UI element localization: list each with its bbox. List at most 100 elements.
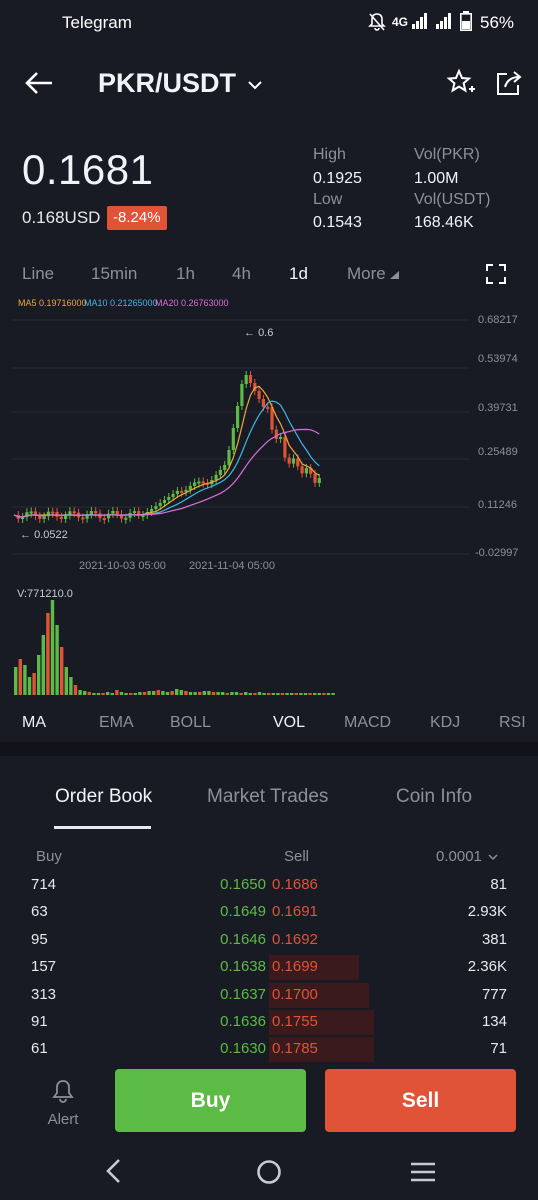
indicator-boll[interactable]: BOLL: [170, 714, 211, 732]
star-add-icon: [446, 68, 475, 93]
volume-bar: [285, 693, 289, 695]
candle-body: [261, 399, 265, 407]
volume-bar: [216, 692, 220, 695]
candle-body: [201, 481, 205, 484]
pair-selector[interactable]: PKR/USDT: [98, 68, 262, 99]
tab-active-indicator: [54, 826, 151, 829]
volume-bar: [147, 691, 151, 695]
interval-more-label: More: [347, 264, 386, 283]
interval-line[interactable]: Line: [22, 264, 54, 284]
volume-bar: [184, 691, 188, 695]
alert-button[interactable]: Alert: [40, 1078, 86, 1128]
back-button[interactable]: [22, 66, 56, 100]
volume-label: V:771210.0: [17, 588, 73, 600]
indicator-macd[interactable]: MACD: [344, 714, 391, 732]
interval-1d[interactable]: 1d: [289, 264, 308, 284]
volume-bar: [55, 625, 59, 695]
candle-body: [291, 458, 296, 464]
volume-bar: [207, 691, 211, 695]
chevron-down-icon: [247, 81, 262, 90]
buy-price: 0.1630: [220, 1040, 266, 1058]
volume-bar: [69, 677, 73, 695]
volume-bar: [262, 693, 266, 695]
candle-body: [42, 516, 46, 519]
candle-body: [167, 497, 171, 500]
vol-base-label: Vol(PKR): [414, 146, 480, 163]
volume-bar: [294, 693, 298, 695]
battery-icon: [460, 11, 472, 36]
volume-bar: [290, 693, 294, 695]
order-book-sell-header: Sell: [284, 848, 310, 865]
share-button[interactable]: [495, 70, 523, 98]
order-book-row[interactable]: 95 0.1646 0.1692 381: [0, 927, 538, 954]
order-book-row[interactable]: 63 0.1649 0.1691 2.93K: [0, 899, 538, 926]
sell-button[interactable]: Sell: [325, 1069, 516, 1132]
volume-bar: [152, 691, 156, 695]
volume-bar: [83, 691, 87, 695]
favorite-add-button[interactable]: [446, 68, 476, 98]
low-value: 0.1543: [313, 214, 362, 231]
volume-bar: [313, 693, 317, 695]
indicator-vol[interactable]: VOL: [273, 714, 305, 732]
chart-grid: [12, 319, 470, 555]
volume-bar: [331, 693, 335, 695]
order-book-row[interactable]: 313 0.1637 0.1700 777: [0, 982, 538, 1009]
indicator-kdj[interactable]: KDJ: [430, 714, 460, 732]
volume-bar: [46, 613, 50, 695]
buy-button[interactable]: Buy: [115, 1069, 306, 1132]
candle-body: [55, 511, 59, 517]
y-tick-5: -0.02997: [475, 547, 519, 559]
volume-bar: [18, 659, 22, 695]
volume-bar: [106, 692, 110, 695]
nav-recents-icon[interactable]: [410, 1161, 436, 1183]
ma10-legend: MA10 0.21265000: [84, 298, 158, 308]
indicator-ma[interactable]: MA: [22, 714, 46, 732]
y-tick-1: 0.53974: [478, 353, 518, 365]
volume-bar: [37, 655, 41, 695]
nav-home-icon[interactable]: [256, 1159, 282, 1185]
volume-bar: [101, 693, 105, 695]
sell-qty: 71: [490, 1040, 507, 1058]
order-book-row[interactable]: 714 0.1650 0.1686 81: [0, 872, 538, 899]
volume-bar: [60, 647, 64, 695]
battery-percent: 56%: [480, 13, 515, 32]
volume-bar: [271, 693, 275, 695]
low-label: Low: [313, 191, 343, 208]
sell-qty: 81: [490, 876, 507, 893]
volume-bar: [276, 693, 280, 695]
buy-qty: 63: [31, 903, 48, 921]
tab-order-book[interactable]: Order Book: [55, 786, 152, 808]
buy-qty: 95: [31, 930, 48, 948]
system-nav-bar: [0, 1140, 538, 1200]
candle-body: [197, 481, 201, 484]
interval-15min[interactable]: 15min: [91, 264, 137, 284]
nav-back-icon[interactable]: [104, 1158, 122, 1184]
candle-body: [89, 511, 93, 515]
candle-body: [266, 406, 270, 409]
tab-coin-info[interactable]: Coin Info: [396, 786, 472, 808]
sell-price: 0.1692: [272, 930, 318, 948]
volume-bar: [14, 667, 18, 695]
candlestick-chart[interactable]: [0, 310, 538, 700]
interval-1h[interactable]: 1h: [176, 264, 195, 284]
buy-price: 0.1638: [220, 958, 266, 976]
indicator-ema[interactable]: EMA: [99, 714, 134, 732]
mute-icon: [368, 12, 386, 37]
volume-bar: [253, 693, 257, 695]
volume-bar: [129, 693, 133, 695]
candle-body: [304, 468, 308, 474]
sell-qty: 381: [481, 930, 507, 948]
candle-body: [300, 466, 304, 474]
volume-bar: [142, 692, 147, 695]
order-book-row[interactable]: 157 0.1638 0.1699 2.36K: [0, 954, 538, 981]
tab-market-trades[interactable]: Market Trades: [207, 786, 328, 808]
interval-more[interactable]: More: [347, 264, 400, 284]
precision-selector[interactable]: 0.0001: [436, 848, 498, 865]
order-book-row[interactable]: 91 0.1636 0.1755 134: [0, 1009, 538, 1036]
order-book-row[interactable]: 61 0.1630 0.1785 71: [0, 1036, 538, 1063]
section-divider: [0, 742, 538, 756]
fullscreen-button[interactable]: [486, 264, 506, 284]
interval-4h[interactable]: 4h: [232, 264, 251, 284]
indicator-rsi[interactable]: RSI: [499, 714, 526, 732]
sell-qty: 2.36K: [467, 958, 507, 976]
